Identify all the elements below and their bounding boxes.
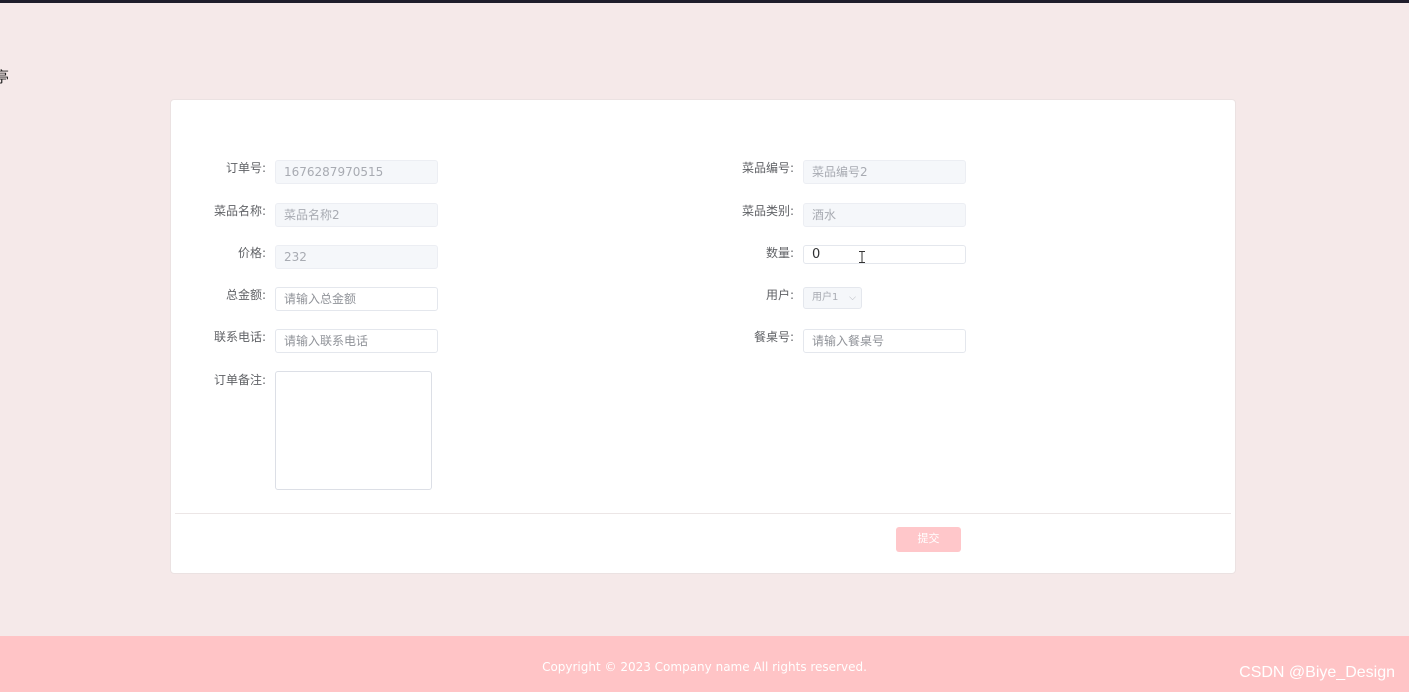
page-footer: Copyright © 2023 Company name All rights… — [0, 636, 1409, 692]
user-select[interactable]: 用户1 ⌵ — [803, 287, 862, 309]
quantity-input[interactable]: 0 — [803, 245, 966, 264]
dish-no-input[interactable]: 菜品编号2 — [803, 160, 966, 184]
watermark-text: CSDN @Biye_Design — [1239, 664, 1395, 681]
dish-name-label: 菜品名称: — [213, 204, 266, 218]
table-no-label: 餐桌号: — [753, 330, 794, 344]
quantity-label: 数量: — [765, 246, 794, 260]
submit-button[interactable]: 提交 — [896, 527, 961, 552]
order-form-card: 订单号: 1676287970515 菜品名称: 菜品名称2 价格: 232 总… — [170, 99, 1236, 574]
text-cursor-icon — [859, 251, 865, 263]
copyright-text: Copyright © 2023 Company name All rights… — [542, 660, 867, 674]
user-label: 用户: — [765, 288, 794, 302]
order-no-input[interactable]: 1676287970515 — [275, 160, 438, 184]
chevron-down-icon: ⌵ — [849, 293, 856, 303]
dish-category-input[interactable]: 酒水 — [803, 203, 966, 227]
edge-character: 亭 — [0, 68, 10, 86]
order-no-label: 订单号: — [225, 161, 266, 175]
dish-name-input[interactable]: 菜品名称2 — [275, 203, 438, 227]
remark-label: 订单备注: — [213, 373, 266, 387]
user-select-value: 用户1 — [812, 292, 839, 303]
total-amount-label: 总金额: — [225, 288, 266, 302]
table-no-input[interactable]: 请输入餐桌号 — [803, 329, 966, 353]
price-input[interactable]: 232 — [275, 245, 438, 269]
form-divider — [175, 513, 1231, 514]
dish-no-label: 菜品编号: — [741, 161, 794, 175]
phone-input[interactable]: 请输入联系电话 — [275, 329, 438, 353]
total-amount-input[interactable]: 请输入总金额 — [275, 287, 438, 311]
remark-textarea[interactable] — [275, 371, 432, 490]
price-label: 价格: — [237, 246, 266, 260]
phone-label: 联系电话: — [213, 330, 266, 344]
dish-category-label: 菜品类别: — [741, 204, 794, 218]
window-top-bar — [0, 0, 1409, 3]
